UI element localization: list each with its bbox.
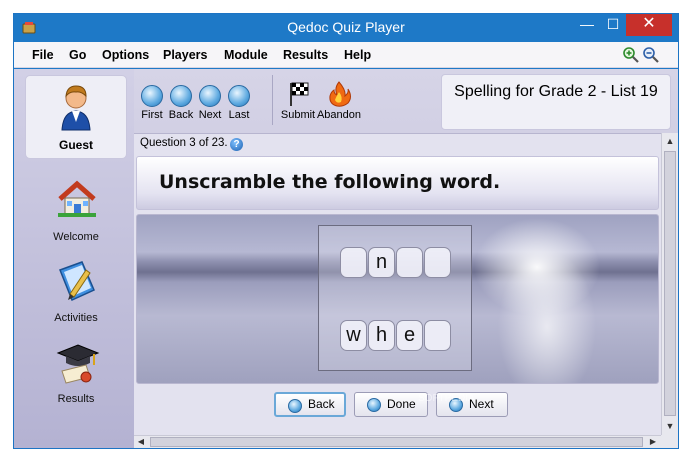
submit-button[interactable]: Submit <box>281 79 315 123</box>
menu-players[interactable]: Players <box>163 48 207 62</box>
bottom-buttons: Back Done Next SOFTPEDIA <box>134 388 661 418</box>
menu-results[interactable]: Results <box>283 48 328 62</box>
back-button-label: Back <box>308 397 335 411</box>
zoom-out-icon[interactable] <box>642 46 660 64</box>
user-avatar-icon <box>61 85 91 131</box>
menu-module[interactable]: Module <box>224 48 268 62</box>
letter-tile[interactable]: w <box>340 320 367 351</box>
letter-tile[interactable]: e <box>396 320 423 351</box>
menu-help[interactable]: Help <box>344 48 371 62</box>
scramble-box: n w h e <box>318 225 472 371</box>
back-arrow-icon <box>288 399 302 413</box>
sidebar-label-results: Results <box>57 393 95 405</box>
sidebar-item-welcome[interactable]: Welcome <box>25 179 127 251</box>
watermark: SOFTPEDIA <box>418 393 475 404</box>
answer-area: n w h e <box>136 214 659 384</box>
checkered-flag-icon <box>290 82 309 106</box>
answer-slot[interactable] <box>396 247 423 278</box>
house-icon <box>58 180 96 217</box>
done-button-label: Done <box>387 397 416 411</box>
back-icon <box>170 85 192 107</box>
scroll-up-icon[interactable]: ▲ <box>662 133 678 149</box>
last-icon <box>228 85 250 107</box>
module-title: Spelling for Grade 2 - List 19 <box>454 83 658 100</box>
done-icon <box>367 398 381 412</box>
horizontal-scrollbar[interactable]: ◀ ▶ <box>134 435 661 448</box>
answer-slot[interactable] <box>340 247 367 278</box>
main-content: Guest Welcome Activities Results First B… <box>14 69 678 448</box>
back-button[interactable]: Back <box>274 392 346 417</box>
sidebar-label-activities: Activities <box>54 312 98 324</box>
question-counter: Question 3 of 23. <box>140 137 228 149</box>
sidebar-item-activities[interactable]: Activities <box>25 260 127 332</box>
fire-icon <box>329 81 351 107</box>
toolbar: First Back Next Last Submit Abandon Spel… <box>134 69 678 133</box>
question-panel: Unscramble the following word. <box>136 156 659 210</box>
menu-bar: File Go Options Players Module Results H… <box>14 42 678 68</box>
quiz-area: Question 3 of 23. ? Unscramble the follo… <box>134 133 661 435</box>
pencil-book-icon <box>59 261 95 302</box>
done-button[interactable]: Done <box>354 392 428 417</box>
horizontal-scroll-thumb[interactable] <box>150 437 643 447</box>
menu-options[interactable]: Options <box>102 48 149 62</box>
vertical-scroll-thumb[interactable] <box>664 151 676 416</box>
graduation-cap-icon <box>56 344 100 384</box>
abandon-label: Abandon <box>316 109 362 121</box>
sidebar-item-results[interactable]: Results <box>25 341 127 413</box>
close-button[interactable]: ✕ <box>626 14 672 36</box>
scroll-left-icon[interactable]: ◀ <box>134 436 148 448</box>
vertical-scrollbar[interactable]: ▲ ▼ <box>661 133 678 435</box>
scroll-corner <box>661 435 678 448</box>
minimize-button[interactable]: — <box>574 14 600 36</box>
menu-go[interactable]: Go <box>69 48 86 62</box>
letter-tile[interactable] <box>424 320 451 351</box>
sidebar-label-welcome: Welcome <box>53 231 99 243</box>
scroll-down-icon[interactable]: ▼ <box>662 418 678 434</box>
sidebar: Guest Welcome Activities Results <box>14 69 134 448</box>
maximize-button[interactable]: ☐ <box>600 14 626 36</box>
next-icon <box>199 85 221 107</box>
last-button[interactable]: Last <box>225 83 253 123</box>
help-icon[interactable]: ? <box>230 138 243 151</box>
answer-slot[interactable] <box>424 247 451 278</box>
last-label: Last <box>228 109 250 121</box>
abandon-button[interactable]: Abandon <box>317 79 361 123</box>
question-prompt: Unscramble the following word. <box>159 171 501 193</box>
letter-tile[interactable]: h <box>368 320 395 351</box>
answer-slot[interactable]: n <box>368 247 395 278</box>
scroll-right-icon[interactable]: ▶ <box>646 436 660 448</box>
zoom-in-icon[interactable] <box>622 46 640 64</box>
player-card[interactable]: Guest <box>25 75 127 159</box>
first-icon <box>141 85 163 107</box>
player-name: Guest <box>58 138 93 152</box>
module-title-box: Spelling for Grade 2 - List 19 <box>441 74 671 130</box>
menu-file[interactable]: File <box>32 48 54 62</box>
title-bar[interactable]: Qedoc Quiz Player — ☐ ✕ <box>14 14 678 42</box>
app-window: Qedoc Quiz Player — ☐ ✕ File Go Options … <box>13 13 679 449</box>
